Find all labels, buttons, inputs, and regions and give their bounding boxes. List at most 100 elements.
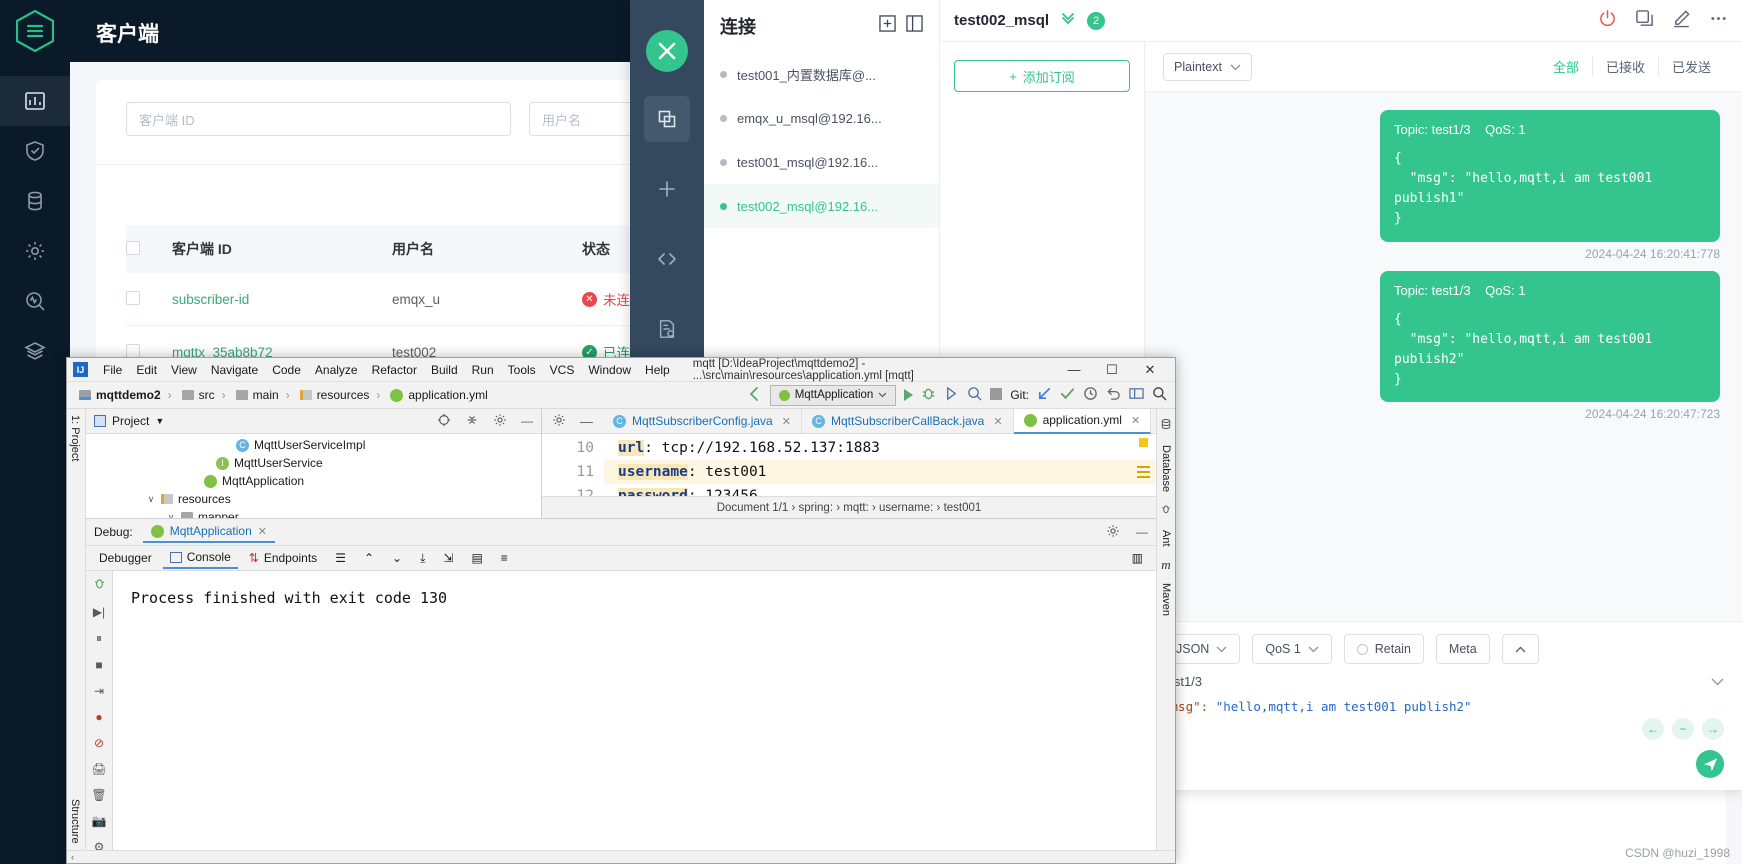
close-icon[interactable]: ✕	[1131, 414, 1140, 427]
chevron-down-icon[interactable]: ∨	[166, 512, 176, 519]
collapse-button[interactable]	[1501, 634, 1539, 664]
code-editor[interactable]: 10 11 12 url: tcp://192.168.52.137:1883 …	[542, 434, 1156, 496]
sidebar-item-configuration[interactable]	[0, 226, 70, 276]
scroll-up-icon[interactable]: ⌃	[357, 548, 381, 568]
payload-format-select[interactable]: Plaintext	[1163, 52, 1252, 81]
run-configuration-select[interactable]: MqttApplication	[769, 384, 897, 406]
tree-item[interactable]: MqttApplication	[86, 472, 541, 490]
sidebar-item-extensions[interactable]	[0, 326, 70, 376]
row-checkbox[interactable]	[126, 290, 140, 305]
menu-edit[interactable]: Edit	[129, 363, 164, 377]
git-history-icon[interactable]	[1083, 386, 1098, 404]
editor-tab-mqttsubscribercallback[interactable]: C MqttSubscriberCallBack.java ✕	[802, 408, 1014, 434]
editor-tab-application-yml[interactable]: application.yml ✕	[1013, 408, 1152, 434]
settings-icon[interactable]	[493, 413, 507, 430]
grid-icon[interactable]: ▤	[464, 548, 489, 568]
settings-icon[interactable]	[1106, 524, 1120, 541]
tab-received[interactable]: 已接收	[1593, 57, 1659, 76]
copy-icon[interactable]	[1635, 9, 1654, 33]
minimize-button[interactable]: —	[1055, 358, 1093, 382]
search-icon[interactable]	[1152, 386, 1167, 404]
toolwindow-project-label[interactable]: 1: Project	[69, 415, 81, 461]
close-icon[interactable]: ✕	[782, 415, 791, 428]
hide-icon[interactable]: —	[1136, 525, 1148, 539]
scroll-end-icon[interactable]: ⤓	[413, 548, 432, 569]
locate-icon[interactable]	[437, 413, 451, 430]
retain-toggle[interactable]: Retain	[1343, 634, 1424, 664]
git-commit-icon[interactable]	[1060, 386, 1075, 404]
search-input-clientid[interactable]: 客户端 ID	[126, 102, 511, 136]
stop-button[interactable]	[990, 387, 1003, 403]
tree-item[interactable]: I MqttUserService	[86, 454, 541, 472]
select-all-checkbox[interactable]	[126, 240, 140, 255]
settings-icon[interactable]	[552, 413, 566, 430]
list-item[interactable]: test001_内置数据库@...	[704, 52, 939, 96]
code-lines[interactable]: url: tcp://192.168.52.137:1883 username:…	[604, 434, 1156, 496]
git-update-icon[interactable]	[1037, 386, 1052, 404]
prev-payload-icon[interactable]: ←	[1642, 718, 1664, 740]
power-icon[interactable]	[1598, 9, 1617, 33]
tree-item[interactable]: ∨ mapper	[86, 508, 541, 518]
menu-analyze[interactable]: Analyze	[308, 363, 365, 377]
breadcrumb-main[interactable]: main ›	[232, 388, 296, 402]
toolwindow-database-label[interactable]: Database	[1160, 445, 1172, 492]
pause-icon[interactable]: ⏸	[96, 631, 102, 646]
tab-endpoints[interactable]: ⇅ Endpoints	[242, 548, 324, 568]
sidebar-item-diagnose[interactable]	[0, 276, 70, 326]
project-structure-icon[interactable]	[1129, 386, 1144, 404]
print-output-icon[interactable]: 🖨	[91, 762, 106, 776]
sidebar-item-dashboard[interactable]	[0, 76, 70, 126]
toggle-layout-icon[interactable]	[906, 15, 923, 37]
tab-console[interactable]: Console	[162, 547, 238, 569]
publish-payload[interactable]: "msg": "hello,mqtt,i am test001 publish2…	[1163, 699, 1724, 714]
editor-tab-mqttsubscriberconfig[interactable]: C MqttSubscriberConfig.java ✕	[603, 408, 802, 434]
add-connection-icon[interactable]	[879, 15, 896, 37]
chevron-down-icon[interactable]: ∨	[146, 494, 156, 505]
menu-tools[interactable]: Tools	[501, 363, 543, 377]
menu-refactor[interactable]: Refactor	[365, 363, 424, 377]
menu-help[interactable]: Help	[638, 363, 677, 377]
debug-button[interactable]	[921, 386, 936, 404]
debug-session-tab[interactable]: MqttApplication ✕	[142, 521, 275, 543]
menu-build[interactable]: Build	[424, 363, 465, 377]
undo-icon[interactable]	[1106, 386, 1121, 404]
run-with-coverage-icon[interactable]	[944, 386, 959, 404]
cell-client-id[interactable]: subscriber-id	[172, 292, 249, 307]
meta-button[interactable]: Meta	[1435, 634, 1490, 664]
project-label[interactable]: Project	[112, 414, 149, 428]
tab-debugger[interactable]: Debugger	[92, 548, 159, 568]
chevron-down-icon[interactable]	[1711, 674, 1724, 689]
minus-payload-icon[interactable]: −	[1672, 718, 1694, 740]
menu-file[interactable]: File	[96, 363, 129, 377]
camera-icon[interactable]: 📷	[92, 814, 107, 828]
add-subscription-button[interactable]: + 添加订阅	[954, 60, 1130, 92]
menu-view[interactable]: View	[164, 363, 204, 377]
collapse-all-icon[interactable]	[465, 413, 479, 430]
edit-icon[interactable]	[1672, 9, 1691, 33]
breadcrumb-file[interactable]: application.yml	[386, 388, 491, 402]
toolwindow-maven-label[interactable]: Maven	[1160, 583, 1172, 616]
scroll-down-icon[interactable]: ⌄	[385, 548, 409, 568]
close-icon[interactable]: ✕	[258, 525, 267, 538]
script-icon[interactable]	[644, 236, 690, 282]
run-button[interactable]	[904, 389, 914, 401]
list-item[interactable]: emqx_u_msql@192.16...	[704, 96, 939, 140]
restore-layout-icon[interactable]: ▥	[1125, 548, 1150, 568]
warning-marker[interactable]	[1139, 438, 1148, 447]
sidebar-item-data-integration[interactable]	[0, 176, 70, 226]
hide-icon[interactable]: —	[521, 414, 533, 428]
resume-icon[interactable]: ▶|	[93, 605, 105, 619]
menu-window[interactable]: Window	[581, 363, 638, 377]
rerun-icon[interactable]	[93, 577, 106, 593]
new-connection-icon[interactable]	[644, 166, 690, 212]
soft-wrap-icon[interactable]: ☰	[328, 548, 353, 568]
back-arrow-icon[interactable]	[746, 386, 762, 405]
messages-scroll[interactable]: Topic: test1/3 QoS: 1 { "msg": "hello,mq…	[1145, 92, 1742, 621]
menu-code[interactable]: Code	[265, 363, 308, 377]
mute-breakpoints-icon[interactable]: ⇥	[94, 684, 104, 698]
menu-vcs[interactable]: VCS	[543, 363, 582, 377]
console-output[interactable]: Process finished with exit code 130	[113, 571, 1156, 850]
breadcrumb-module[interactable]: mqttdemo2 ›	[75, 388, 178, 402]
menu-run[interactable]: Run	[465, 363, 501, 377]
row-checkbox[interactable]	[126, 343, 140, 358]
